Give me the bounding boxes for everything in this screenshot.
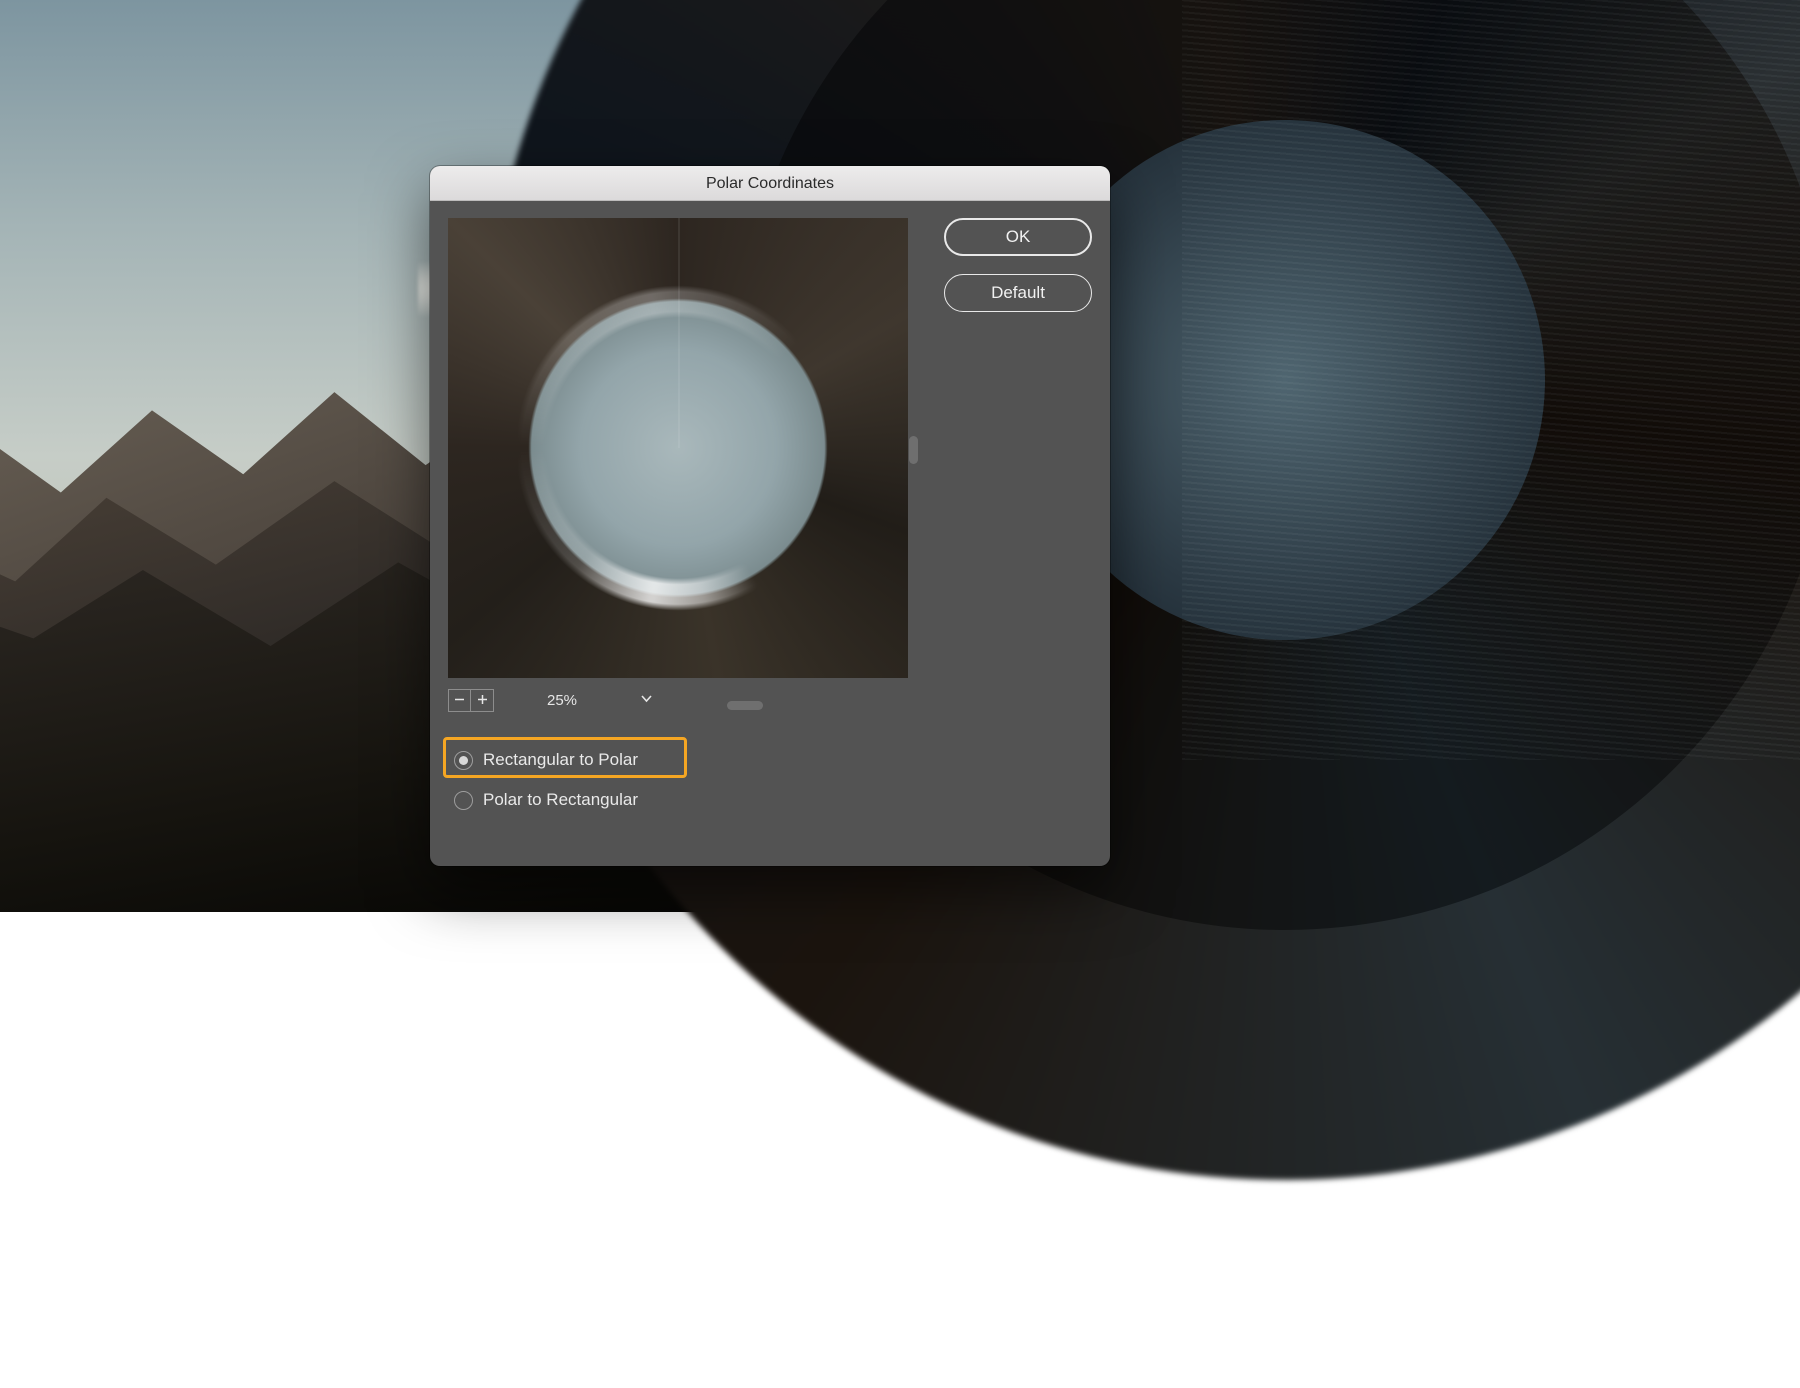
preview-vertical-scrollbar[interactable]: [908, 218, 920, 678]
radio-icon: [454, 751, 473, 770]
filter-preview[interactable]: [448, 218, 908, 678]
option-polar-to-rectangular[interactable]: Polar to Rectangular: [448, 780, 638, 820]
zoom-value[interactable]: 25%: [494, 692, 630, 709]
ok-button[interactable]: OK: [944, 218, 1092, 256]
zoom-out-button[interactable]: [448, 689, 471, 712]
minus-icon: [454, 692, 465, 709]
zoom-in-button[interactable]: [471, 689, 494, 712]
default-button[interactable]: Default: [944, 274, 1092, 312]
chevron-down-icon: [640, 692, 653, 709]
option-rectangular-to-polar[interactable]: Rectangular to Polar: [448, 740, 638, 780]
polar-coordinates-dialog: Polar Coordinates: [430, 166, 1110, 866]
option-label: Rectangular to Polar: [483, 750, 638, 770]
radio-icon: [454, 791, 473, 810]
dialog-title: Polar Coordinates: [430, 166, 1110, 201]
plus-icon: [477, 692, 488, 709]
zoom-dropdown[interactable]: [630, 689, 662, 712]
option-label: Polar to Rectangular: [483, 790, 638, 810]
